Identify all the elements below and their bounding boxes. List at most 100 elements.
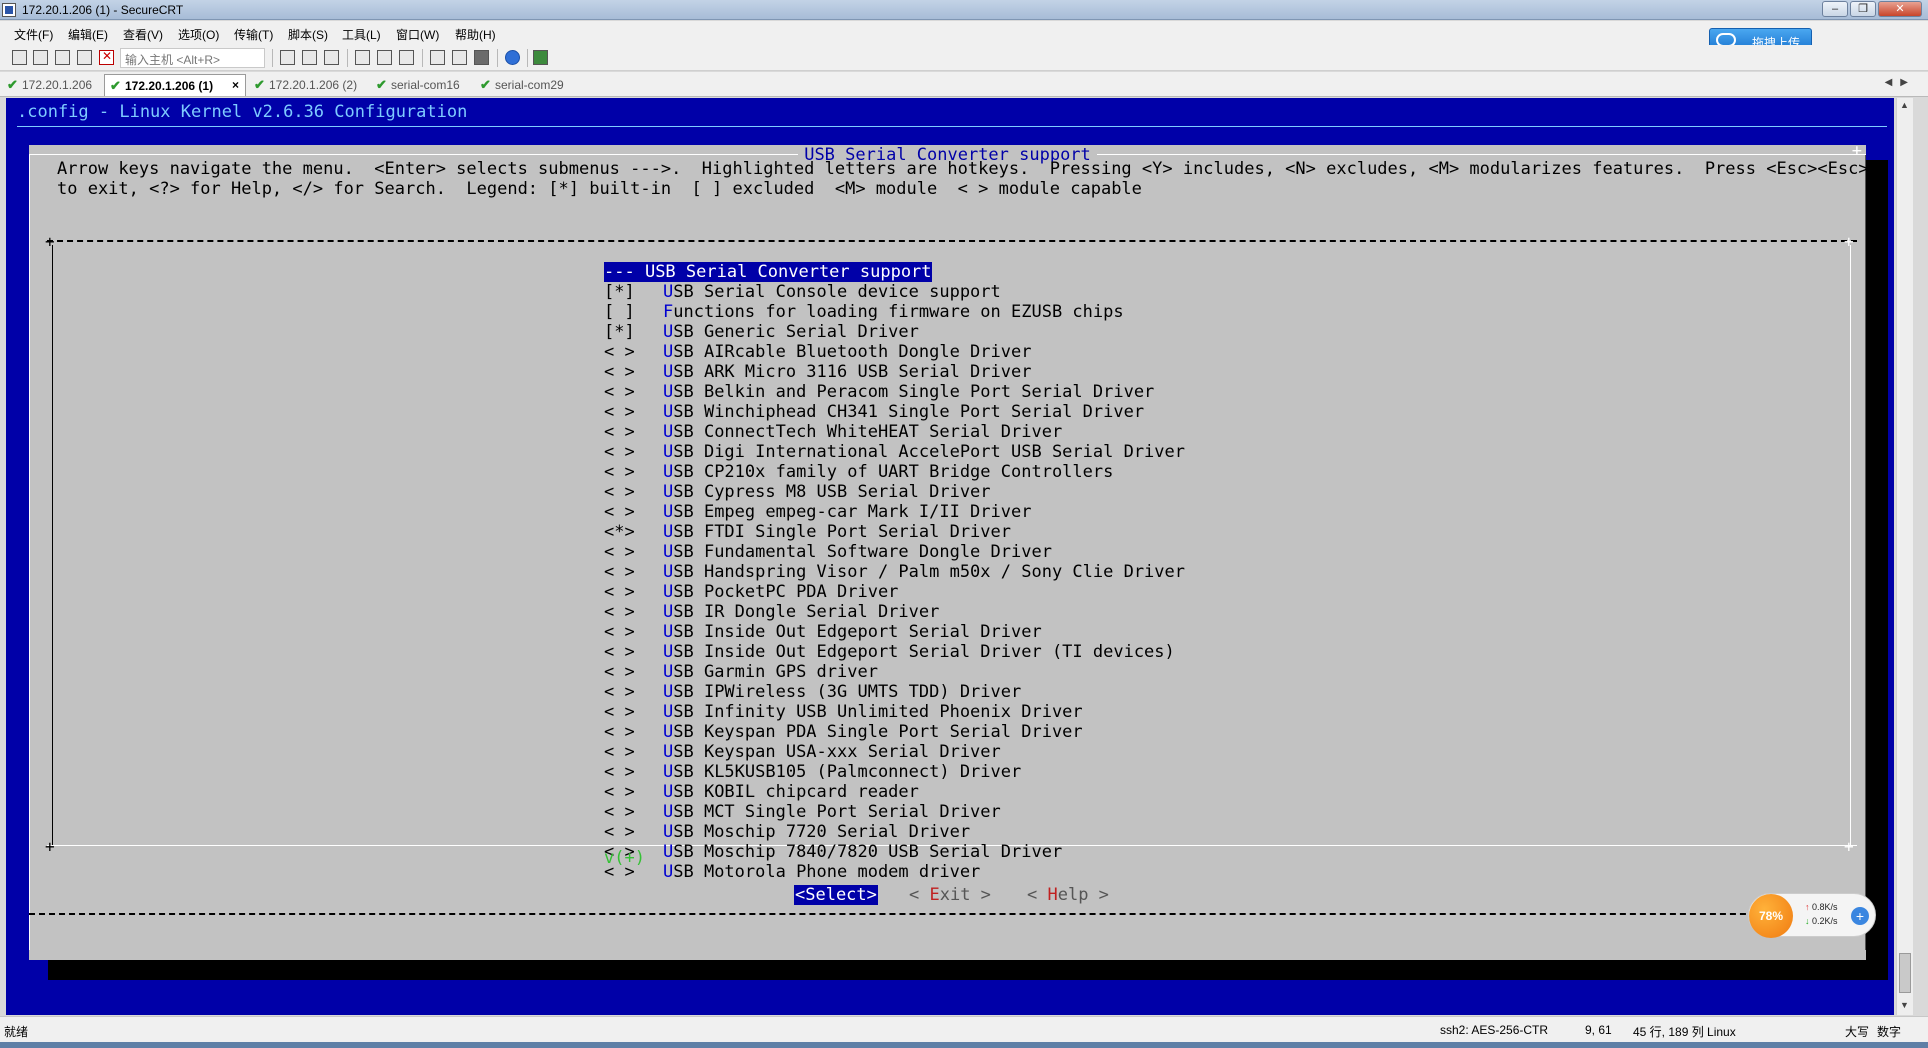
scrollbar-thumb[interactable] [1899,953,1911,993]
tab-serial-com16[interactable]: ✔ serial-com16 [371,74,475,96]
minimize-button[interactable]: – [1822,1,1848,17]
paste-icon[interactable] [302,50,317,65]
item-mark: < > [604,602,635,622]
item-label: SB Handspring Visor / Palm m50x / Sony C… [673,562,1185,582]
global-options-icon[interactable] [452,50,467,65]
item-hotkey: U [663,462,674,482]
maximize-button[interactable]: ❐ [1850,1,1876,17]
menu-item[interactable]: < > USB Motorola Phone modem driver [604,862,1185,882]
menu-item[interactable]: < > USB ConnectTech WhiteHEAT Serial Driv… [604,422,1185,442]
menu-window[interactable]: 窗口(W) [396,26,439,43]
menu-item-selected[interactable]: --- USB Serial Converter support [604,262,1185,282]
menu-item[interactable]: < > USB Cypress M8 USB Serial Driver [604,482,1185,502]
status-cipher: ssh2: AES-256-CTR [1440,1023,1549,1037]
menu-item[interactable]: < > USB Keyspan USA-xxx Serial Driver [604,742,1185,762]
menu-item[interactable]: < > USB Digi International AccelePort USB… [604,442,1185,462]
quick-connect-input[interactable]: 输入主机 <Alt+R> [120,48,265,68]
item-mark: < > [604,462,635,482]
menu-file[interactable]: 文件(F) [14,26,53,43]
help-icon[interactable] [505,50,520,65]
item-mark: [ ] [604,302,635,322]
item-hotkey: U [663,662,674,682]
connect-tab-icon[interactable] [55,50,70,65]
find-icon[interactable] [324,50,339,65]
menu-item[interactable]: < > USB Moschip 7840/7820 USB Serial Driv… [604,842,1185,862]
menu-item[interactable]: < > USB Keyspan PDA Single Port Serial Dr… [604,722,1185,742]
reconnect-icon[interactable] [77,50,92,65]
sftp-icon[interactable] [533,50,548,65]
menu-tools[interactable]: 工具(L) [342,26,381,43]
menu-item[interactable]: < > USB CP210x family of UART Bridge Cont… [604,462,1185,482]
menu-help[interactable]: 帮助(H) [455,26,496,43]
item-mark: < > [604,722,635,742]
exit-button[interactable]: < Exit > [909,885,991,905]
menu-item[interactable]: < > USB Handspring Visor / Palm m50x / So… [604,562,1185,582]
menu-item[interactable]: < > USB Infinity USB Unlimited Phoenix Dr… [604,702,1185,722]
scroll-down-icon[interactable]: ▼ [1900,1000,1909,1010]
close-window-button[interactable]: ✕ [1878,1,1922,17]
menu-item[interactable]: < > USB IPWireless (3G UMTS TDD) Driver [604,682,1185,702]
menu-edit[interactable]: 编辑(E) [68,26,108,43]
menu-item[interactable]: < > USB Moschip 7720 Serial Driver [604,822,1185,842]
item-label: SB KOBIL chipcard reader [673,782,919,802]
quick-connect-icon[interactable] [33,50,48,65]
item-hotkey: U [663,362,674,382]
terminal-screen[interactable]: .config - Linux Kernel v2.6.36 Configura… [6,98,1894,1015]
menu-item[interactable]: <*> USB FTDI Single Port Serial Driver [604,522,1185,542]
tab-serial-com29[interactable]: ✔ serial-com29 [475,74,579,96]
menu-item[interactable]: [*] USB Generic Serial Driver [604,322,1185,342]
menu-view[interactable]: 查看(V) [123,26,163,43]
connect-icon[interactable] [12,50,27,65]
menu-item[interactable]: < > USB Garmin GPS driver [604,662,1185,682]
item-label: SB Keyspan USA-xxx Serial Driver [673,742,1001,762]
menu-item[interactable]: < > USB IR Dongle Serial Driver [604,602,1185,622]
menu-item[interactable]: < > USB Fundamental Software Dongle Drive… [604,542,1185,562]
exit-hotkey: E [929,885,940,905]
plus-icon[interactable]: + [1851,907,1869,925]
tab-172-20-1-206-2[interactable]: ✔ 172.20.1.206 (2) [249,74,369,96]
status-cursor-pos: 9, 61 [1585,1023,1612,1037]
menu-item[interactable]: < > USB KOBIL chipcard reader [604,782,1185,802]
session-options-icon[interactable] [430,50,445,65]
print-icon[interactable] [355,50,370,65]
menu-item[interactable]: < > USB Inside Out Edgeport Serial Driver… [604,642,1185,662]
tab-scroll-arrows[interactable]: ◀▶ [1885,77,1916,88]
log-icon[interactable] [399,50,414,65]
menu-item[interactable]: < > USB Belkin and Peracom Single Port Se… [604,382,1185,402]
menu-item[interactable]: < > USB KL5KUSB105 (Palmconnect) Driver [604,762,1185,782]
menu-transfer[interactable]: 传输(T) [234,26,273,43]
network-speed-widget[interactable]: 78% ↑ 0.8K/s ↓ 0.2K/s + [1748,893,1876,938]
menu-item[interactable]: < > USB AIRcable Bluetooth Dongle Driver [604,342,1185,362]
status-term-size: 45 行, 189 列 Linux [1633,1025,1736,1039]
exit-pre: < [909,885,930,905]
item-label: SB CP210x family of UART Bridge Controll… [673,462,1114,482]
help-hotkey: H [1047,885,1058,905]
copy-icon[interactable] [280,50,295,65]
menu-options[interactable]: 选项(O) [178,26,219,43]
tab-172-20-1-206-1[interactable]: ✔ 172.20.1.206 (1) × [104,74,246,96]
menu-script[interactable]: 脚本(S) [288,26,328,43]
item-mark: < > [604,422,635,442]
menu-item[interactable]: < > USB ARK Micro 3116 USB Serial Driver [604,362,1185,382]
item-label: SB ConnectTech WhiteHEAT Serial Driver [673,422,1063,442]
close-tab-icon[interactable]: × [232,78,239,92]
select-button[interactable]: <Select> [794,885,878,905]
scroll-up-icon[interactable]: ▲ [1900,100,1909,110]
item-label: SB Inside Out Edgeport Serial Driver (TI… [673,642,1175,662]
item-label: SB Garmin GPS driver [673,662,878,682]
terminal-scrollbar[interactable]: ▲ ▼ [1896,98,1913,1015]
tab-172-20-1-206[interactable]: ✔ 172.20.1.206 [2,74,102,96]
menu-item[interactable]: [*] USB Serial Console device support [604,282,1185,302]
menu-item[interactable]: < > USB Inside Out Edgeport Serial Driver [604,622,1185,642]
keymap-icon[interactable] [474,50,489,65]
print-setup-icon[interactable] [377,50,392,65]
menu-item[interactable]: [ ] Functions for loading firmware on EZU… [604,302,1185,322]
menu-item[interactable]: < > USB MCT Single Port Serial Driver [604,802,1185,822]
menuconfig-dialog: USB Serial Converter support + Arrow key… [29,141,1869,960]
toolbar [0,45,1928,71]
menu-item[interactable]: < > USB Empeg empeg-car Mark I/II Driver [604,502,1185,522]
menu-item[interactable]: < > USB Winchiphead CH341 Single Port Ser… [604,402,1185,422]
menu-item[interactable]: < > USB PocketPC PDA Driver [604,582,1185,602]
help-button[interactable]: < Help > [1027,885,1109,905]
disconnect-icon[interactable] [99,49,114,65]
